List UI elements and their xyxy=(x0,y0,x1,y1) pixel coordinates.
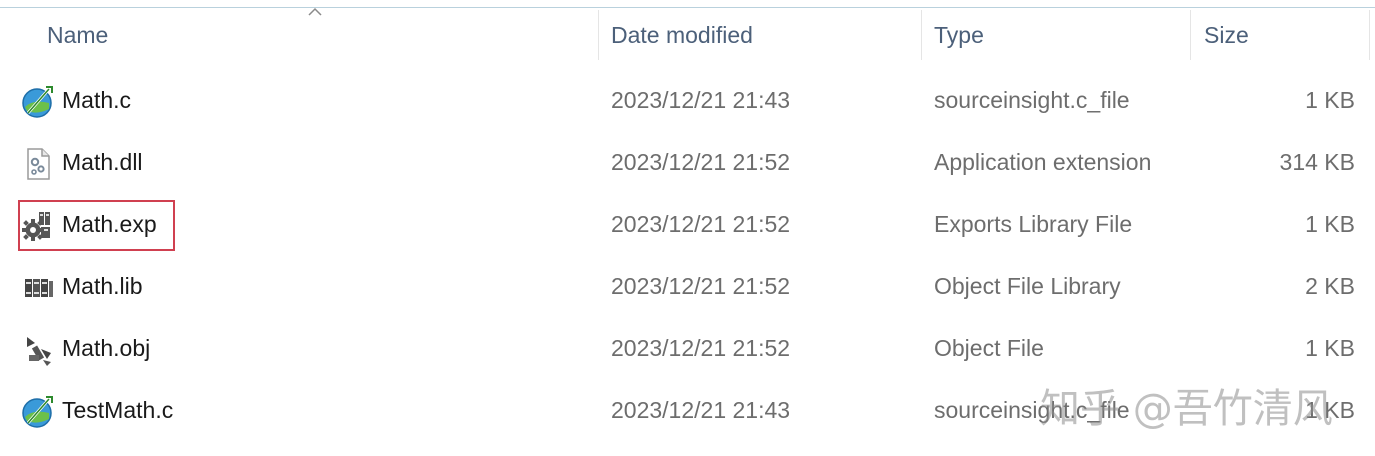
library-books-icon xyxy=(25,279,53,297)
source-insight-c-icon xyxy=(22,86,53,118)
file-row[interactable]: Math.exp 2023/12/21 21:52 Exports Librar… xyxy=(0,195,1375,257)
column-divider[interactable] xyxy=(1369,10,1370,60)
file-name: Math.dll xyxy=(62,149,143,175)
file-date-modified: 2023/12/21 21:43 xyxy=(611,397,791,423)
file-row[interactable]: Math.c 2023/12/21 21:43 sourceinsight.c_… xyxy=(0,71,1375,133)
file-name: TestMath.c xyxy=(62,397,174,423)
sort-ascending-icon xyxy=(308,7,322,16)
file-name: Math.obj xyxy=(62,335,151,361)
file-name: Math.c xyxy=(62,87,132,113)
file-date-modified: 2023/12/21 21:52 xyxy=(611,211,791,237)
file-date-modified: 2023/12/21 21:52 xyxy=(611,273,791,299)
column-divider[interactable] xyxy=(921,10,922,60)
column-header-name[interactable]: Name xyxy=(47,22,108,49)
column-divider[interactable] xyxy=(598,10,599,60)
file-date-modified: 2023/12/21 21:52 xyxy=(611,335,791,361)
file-size: 2 KB xyxy=(1305,273,1355,299)
dll-gear-file-icon xyxy=(27,148,50,180)
header-top-border xyxy=(0,7,1375,8)
file-type: Object File Library xyxy=(934,273,1121,299)
file-row[interactable]: Math.obj 2023/12/21 21:52 Object File 1 … xyxy=(0,319,1375,381)
file-size: 314 KB xyxy=(1279,149,1355,175)
file-type: Object File xyxy=(934,335,1044,361)
watermark: 知乎 @吾竹清风 xyxy=(1040,386,1333,432)
file-type: Exports Library File xyxy=(934,211,1133,237)
file-type: sourceinsight.c_file xyxy=(934,87,1130,113)
column-header-size[interactable]: Size xyxy=(1204,22,1249,49)
object-file-icon xyxy=(27,337,51,366)
file-date-modified: 2023/12/21 21:52 xyxy=(611,149,791,175)
file-name: Math.lib xyxy=(62,273,143,299)
file-size: 1 KB xyxy=(1305,87,1355,113)
file-row[interactable]: Math.dll 2023/12/21 21:52 Application ex… xyxy=(0,133,1375,195)
source-insight-c-icon xyxy=(22,396,53,428)
column-divider[interactable] xyxy=(1190,10,1191,60)
selection-highlight-box xyxy=(18,200,175,251)
file-row[interactable]: Math.lib 2023/12/21 21:52 Object File Li… xyxy=(0,257,1375,319)
column-header-date-modified[interactable]: Date modified xyxy=(611,22,753,49)
file-type: Application extension xyxy=(934,149,1152,175)
file-size: 1 KB xyxy=(1305,211,1355,237)
file-size: 1 KB xyxy=(1305,335,1355,361)
file-date-modified: 2023/12/21 21:43 xyxy=(611,87,791,113)
column-header-type[interactable]: Type xyxy=(934,22,984,49)
